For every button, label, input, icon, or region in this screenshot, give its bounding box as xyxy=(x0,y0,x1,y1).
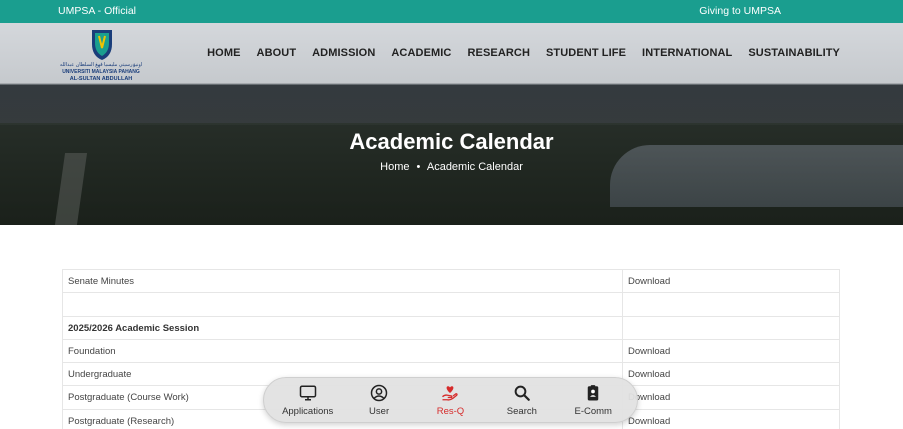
university-logo[interactable]: اونيۏرسيتي مليسيا ڤهڠ السلطان عبدالله UN… xyxy=(58,26,144,86)
nav-home[interactable]: HOME xyxy=(207,47,240,59)
row-label: Foundation xyxy=(62,339,623,363)
nav-academic[interactable]: ACADEMIC xyxy=(391,47,451,59)
breadcrumb-separator: • xyxy=(416,161,421,173)
dock-applications[interactable]: Applications xyxy=(273,384,343,417)
table-row xyxy=(62,293,840,317)
table-row: Foundation Download xyxy=(62,339,840,364)
row-label xyxy=(62,293,623,316)
dock-e-comm[interactable]: E-Comm xyxy=(558,384,628,417)
heart-hand-icon xyxy=(442,385,459,401)
dock-label: Res-Q xyxy=(436,405,465,417)
dock-label: E-Comm xyxy=(574,405,612,417)
nav-student-life[interactable]: STUDENT LIFE xyxy=(546,47,626,59)
logo-text-line2: AL-SULTAN ABDULLAH xyxy=(69,76,133,82)
download-link[interactable]: Download xyxy=(623,339,840,363)
download-link[interactable]: Download xyxy=(623,386,840,409)
dock-label: Search xyxy=(506,405,537,417)
logo-text-line1: UNIVERSITI MALAYSIA PAHANG xyxy=(62,69,140,75)
monitor-icon xyxy=(299,385,316,400)
breadcrumb: Home • Academic Calendar xyxy=(0,161,903,173)
search-icon xyxy=(514,385,530,401)
main-nav: HOME ABOUT ADMISSION ACADEMIC RESEARCH S… xyxy=(207,47,840,59)
nav-about[interactable]: ABOUT xyxy=(257,47,297,59)
university-shield-icon xyxy=(92,30,112,60)
row-action xyxy=(623,293,840,316)
dock-label: Applications xyxy=(282,405,334,417)
badge-icon xyxy=(588,384,599,400)
dock-label: User xyxy=(369,405,390,417)
table-row: Senate Minutes Download xyxy=(62,270,840,294)
dock-search[interactable]: Search xyxy=(487,384,557,417)
top-bar: UMPSA - Official Giving to UMPSA xyxy=(0,0,903,23)
dock-user[interactable]: User xyxy=(344,384,414,417)
row-action xyxy=(623,316,840,339)
page-title: Academic Calendar xyxy=(349,129,554,154)
dock-res-q[interactable]: Res-Q xyxy=(415,384,485,417)
hero-banner: اونيۏرسيتي مليسيا ڤهڠ السلطان عبدالله UN… xyxy=(0,23,903,225)
breadcrumb-home[interactable]: Home xyxy=(380,161,409,173)
download-link[interactable]: Download xyxy=(623,363,840,386)
nav-international[interactable]: INTERNATIONAL xyxy=(642,47,732,59)
giving-link[interactable]: Giving to UMPSA xyxy=(699,5,781,17)
quick-access-dock: Applications User Res-Q Search E-Comm xyxy=(263,377,638,423)
nav-admission[interactable]: ADMISSION xyxy=(312,47,375,59)
nav-sustainability[interactable]: SUSTAINABILITY xyxy=(748,47,840,59)
logo-arabic-text: اونيۏرسيتي مليسيا ڤهڠ السلطان عبدالله xyxy=(59,62,143,68)
row-label: Senate Minutes xyxy=(62,270,623,293)
breadcrumb-current: Academic Calendar xyxy=(426,161,523,173)
nav-research[interactable]: RESEARCH xyxy=(467,47,530,59)
table-row: 2025/2026 Academic Session xyxy=(62,316,840,340)
download-link[interactable]: Download xyxy=(623,270,840,293)
download-link[interactable]: Download xyxy=(623,409,840,429)
official-link[interactable]: UMPSA - Official xyxy=(58,5,136,17)
user-circle-icon xyxy=(370,384,388,401)
session-heading: 2025/2026 Academic Session xyxy=(62,316,623,339)
